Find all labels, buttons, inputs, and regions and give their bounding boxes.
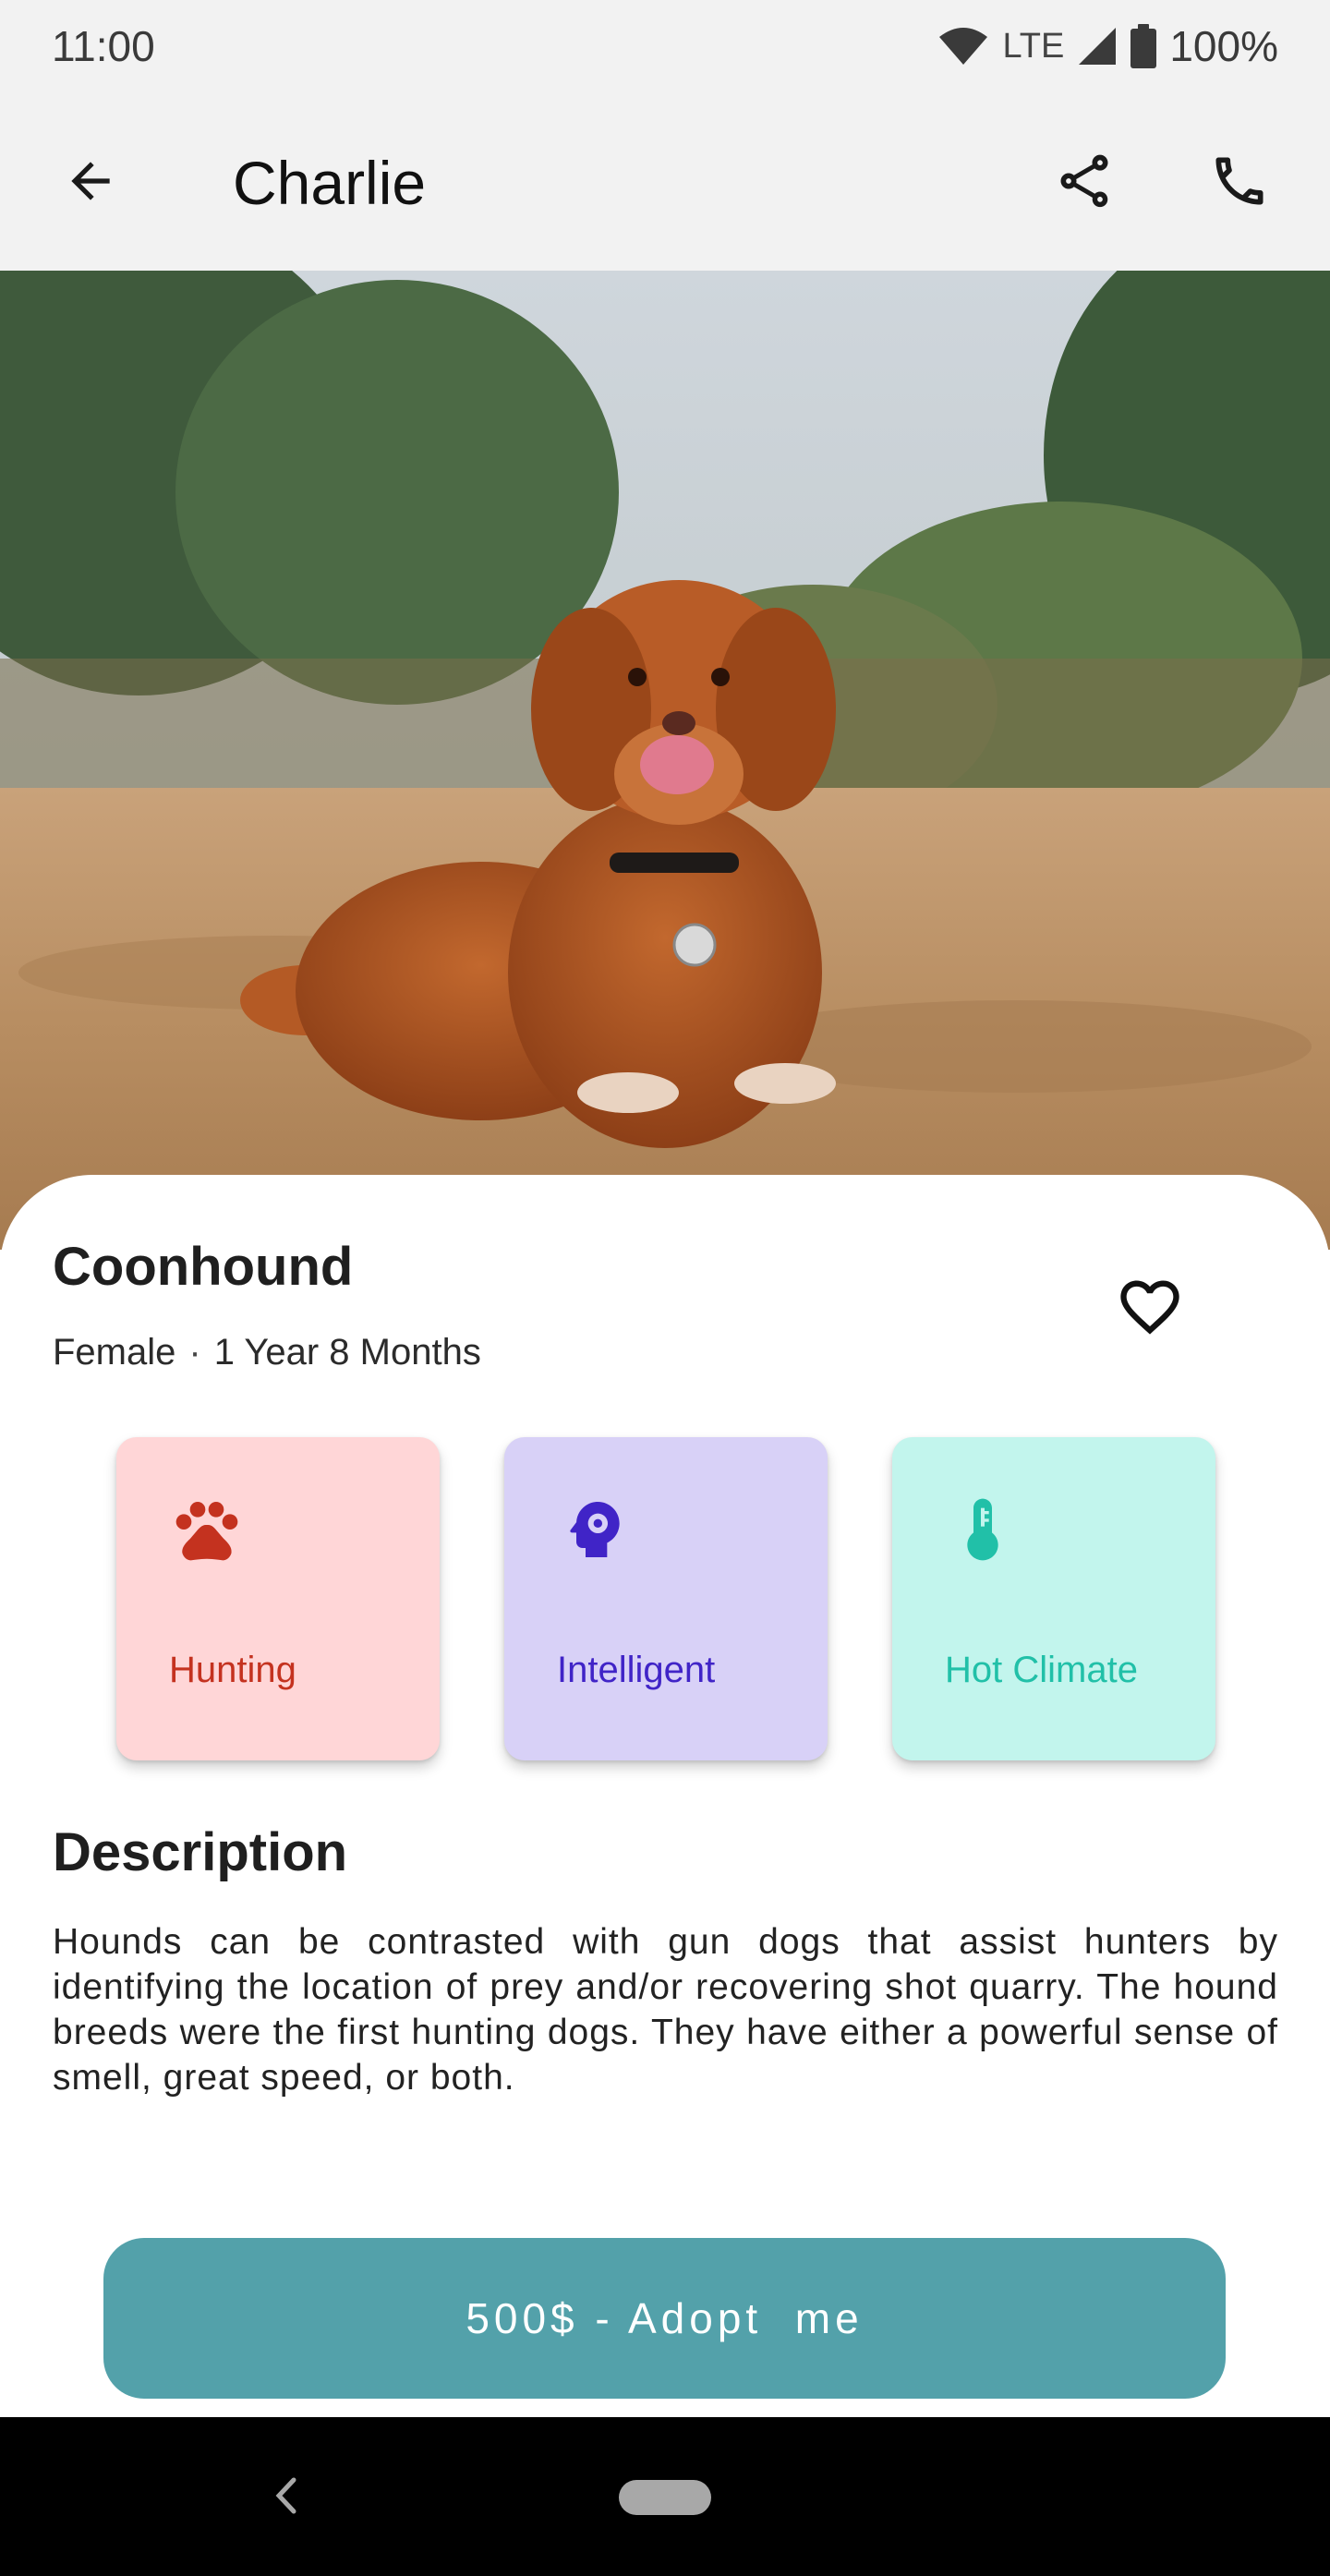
network-type: LTE [1002,26,1065,66]
nav-home-pill[interactable] [619,2480,711,2515]
page-title: Charlie [233,149,427,217]
pet-meta: Female · 1 Year 8 Months [53,1332,481,1373]
status-icons: LTE 100% [937,21,1278,71]
pet-details-sheet: Coonhound Female · 1 Year 8 Months Hunti… [0,1175,1330,2417]
age-label: 1 Year 8 Months [213,1332,481,1373]
description-text: Hounds can be contrasted with gun dogs t… [53,1922,1278,2098]
app-bar: Charlie [0,92,1330,271]
battery-icon [1130,24,1157,68]
signal-icon [1077,26,1118,67]
trait-label: Hot Climate [945,1650,1138,1690]
paw-icon [170,1493,244,1566]
trait-list: Hunting Intelligent Hot Climate [116,1437,1215,1760]
phone-icon [1208,150,1271,217]
adopt-button[interactable]: 500$ - Adopt me [103,2238,1226,2399]
trait-label: Intelligent [557,1650,716,1690]
trait-card-hunting[interactable]: Hunting [116,1437,440,1760]
status-bar: 11:00 LTE 100% [0,0,1330,92]
gender-label: Female [53,1332,176,1373]
favorite-button[interactable] [1108,1267,1191,1350]
back-button[interactable] [52,144,129,222]
thermometer-icon [946,1493,1020,1566]
meta-separator: · [188,1332,201,1373]
trait-card-intelligent[interactable]: Intelligent [504,1437,828,1760]
share-button[interactable] [1046,144,1123,222]
description-title: Description [53,1822,348,1882]
share-icon [1053,150,1116,217]
arrow-back-icon [62,152,119,214]
brain-gear-icon [558,1493,632,1566]
trait-card-hot-climate[interactable]: Hot Climate [892,1437,1215,1760]
trait-label: Hunting [169,1650,296,1690]
call-button[interactable] [1201,144,1278,222]
wifi-icon [937,26,989,67]
nav-back-icon[interactable] [268,2473,305,2519]
battery-level: 100% [1169,22,1278,70]
dog-photo [0,271,1330,1250]
status-time: 11:00 [52,22,155,70]
heart-outline-icon [1115,1272,1185,1347]
system-nav-bar [0,2417,1330,2576]
breed-title: Coonhound [53,1237,354,1297]
